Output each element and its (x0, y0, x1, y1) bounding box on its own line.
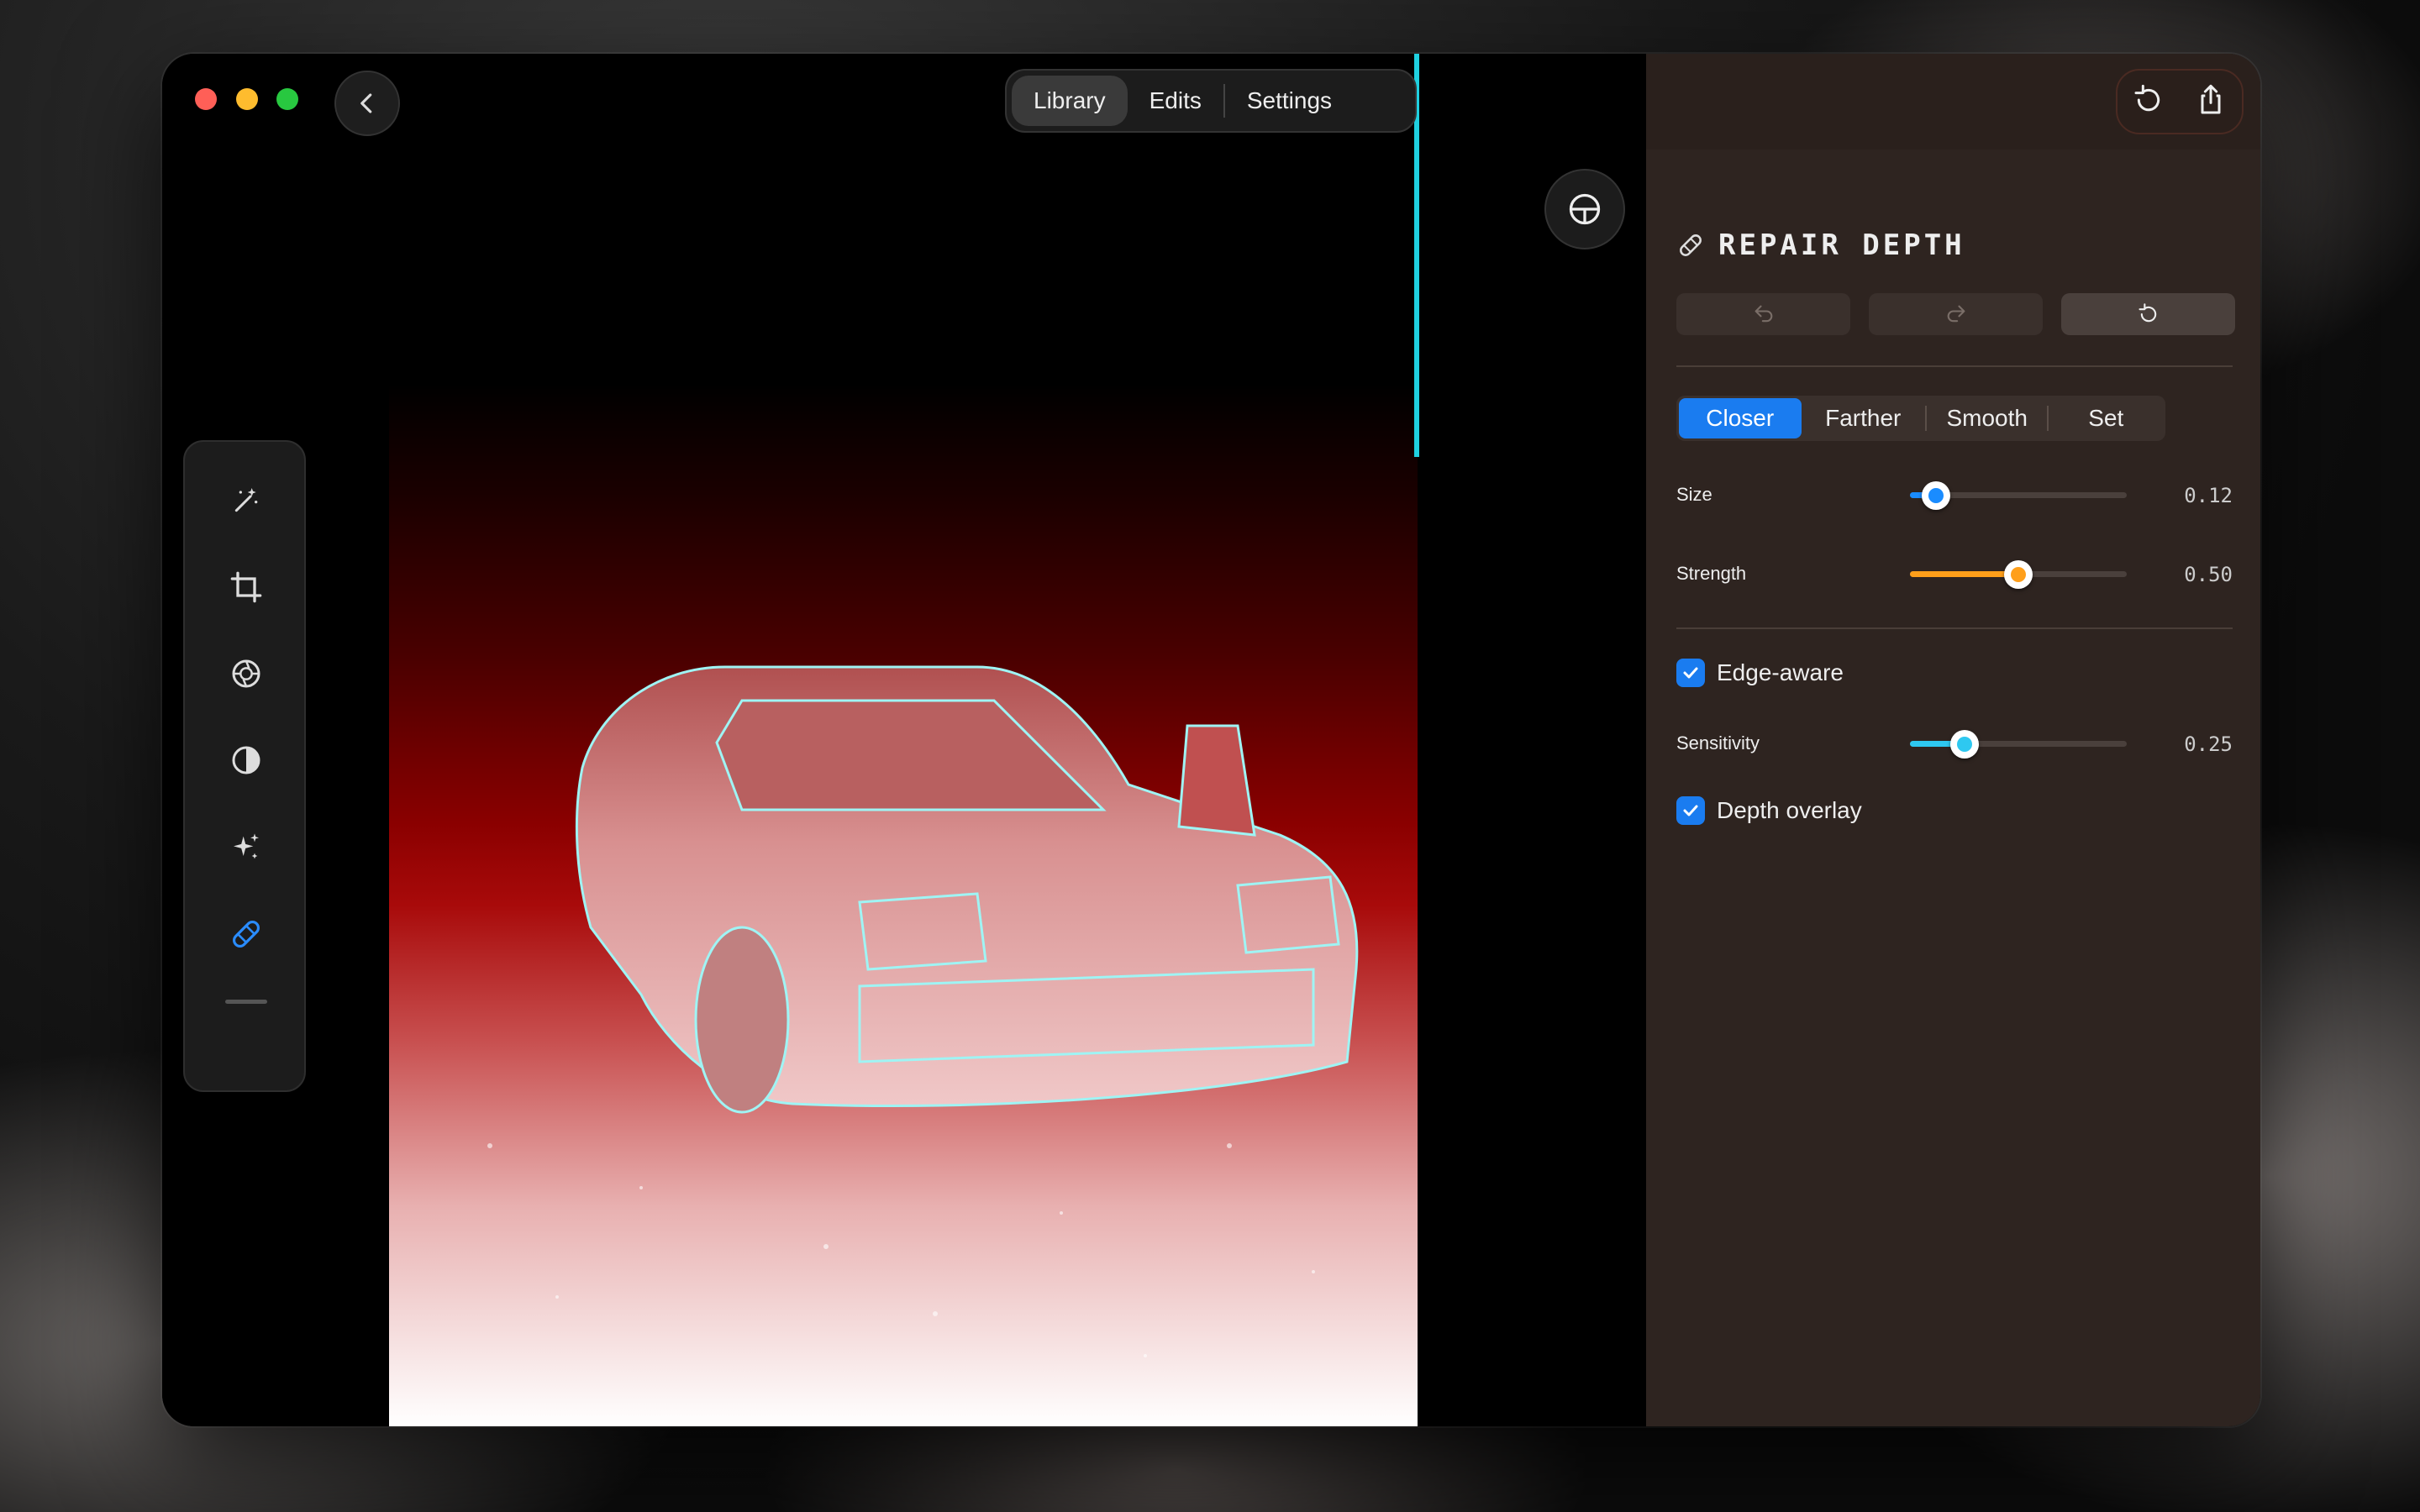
tool-sidebar (183, 440, 306, 1092)
tab-library[interactable]: Library (1012, 76, 1128, 126)
repair-mode-segmented-control: Closer Farther Smooth Set (1676, 396, 2165, 441)
bandage-icon (1680, 234, 1702, 256)
contrast-icon (232, 746, 260, 774)
redo-icon (1947, 305, 1965, 323)
checkmark-icon (1683, 805, 1698, 816)
panel-title-text: REPAIR DEPTH (1718, 228, 1965, 262)
undo-button[interactable] (1676, 293, 1850, 335)
history-controls (1676, 293, 2235, 335)
chevron-left-icon (360, 93, 372, 113)
toolbar-drag-handle[interactable] (225, 1000, 267, 1004)
crop-icon (230, 571, 262, 603)
share-icon (2201, 84, 2221, 113)
strength-slider-knob[interactable] (2004, 560, 2033, 589)
panel-title: REPAIR DEPTH (1676, 228, 1965, 262)
size-value: 0.12 (2184, 484, 2233, 507)
sensitivity-slider-row: Sensitivity 0.25 (1676, 726, 2233, 759)
sensitivity-value: 0.25 (2184, 732, 2233, 756)
compare-view-button[interactable] (1544, 169, 1625, 249)
strength-label: Strength (1676, 563, 1747, 584)
revert-icon (2134, 84, 2160, 111)
canvas-area[interactable]: Library Edits Settings (162, 54, 1646, 1426)
sensitivity-label: Sensitivity (1676, 732, 1760, 753)
strength-slider-row: Strength 0.50 (1676, 556, 2233, 590)
undo-icon (1754, 305, 1772, 323)
tab-edits[interactable]: Edits (1128, 76, 1223, 126)
app-window: Library Edits Settings REPAIR DEPTH Clos… (162, 54, 2260, 1426)
zoom-window-button[interactable] (276, 88, 298, 110)
tool-auto-enhance[interactable] (221, 475, 271, 526)
tool-lens[interactable] (221, 648, 271, 699)
minimize-window-button[interactable] (236, 88, 258, 110)
view-segmented-control: Library Edits Settings (1005, 69, 1417, 133)
strength-slider-fill (1910, 571, 2018, 577)
edge-aware-checkbox[interactable] (1676, 659, 1705, 687)
back-button[interactable] (334, 71, 400, 136)
mode-closer[interactable]: Closer (1679, 398, 1802, 438)
size-slider-knob[interactable] (1921, 481, 1950, 510)
size-slider-row: Size 0.12 (1676, 477, 2233, 511)
strength-slider[interactable] (1910, 560, 2127, 589)
inspector-panel: REPAIR DEPTH Closer Farther Smooth Set S… (1646, 54, 2260, 1426)
sensitivity-slider[interactable] (1910, 730, 2127, 759)
magic-wand-icon (234, 488, 258, 512)
size-label: Size (1676, 484, 1712, 505)
tool-effects[interactable] (221, 822, 271, 873)
size-slider[interactable] (1910, 481, 2127, 510)
mode-smooth[interactable]: Smooth (1927, 398, 2048, 438)
sparkles-icon (234, 833, 259, 859)
tool-adjust[interactable] (221, 735, 271, 785)
section-divider (1676, 627, 2233, 629)
edge-aware-checkbox-row[interactable]: Edge-aware (1676, 659, 1844, 687)
aperture-icon (232, 659, 260, 688)
depth-overlay-label: Depth overlay (1717, 797, 1862, 823)
depth-overlay-checkbox[interactable] (1676, 796, 1705, 825)
share-button[interactable] (2194, 83, 2228, 121)
revert-button[interactable] (2132, 83, 2165, 121)
tool-repair[interactable] (221, 909, 271, 959)
depth-overlay-checkbox-row[interactable]: Depth overlay (1676, 796, 1862, 825)
reset-icon (2138, 303, 2156, 323)
mode-set[interactable]: Set (2049, 398, 2163, 438)
tab-settings[interactable]: Settings (1225, 76, 1354, 126)
bandage-icon (233, 921, 260, 948)
split-circle-icon (1569, 193, 1601, 225)
strength-value: 0.50 (2184, 563, 2233, 586)
mode-farther[interactable]: Farther (1802, 398, 1925, 438)
top-actions-group (2116, 69, 2244, 134)
section-divider (1676, 365, 2233, 367)
depth-map-image[interactable] (389, 54, 1418, 1426)
car-depth-render (487, 665, 1359, 1357)
reset-button[interactable] (2061, 293, 2235, 335)
tool-crop[interactable] (221, 562, 271, 612)
redo-button[interactable] (1869, 293, 2043, 335)
close-window-button[interactable] (195, 88, 217, 110)
sensitivity-slider-knob[interactable] (1949, 730, 1979, 759)
edge-aware-label: Edge-aware (1717, 659, 1844, 685)
checkmark-icon (1683, 667, 1698, 679)
